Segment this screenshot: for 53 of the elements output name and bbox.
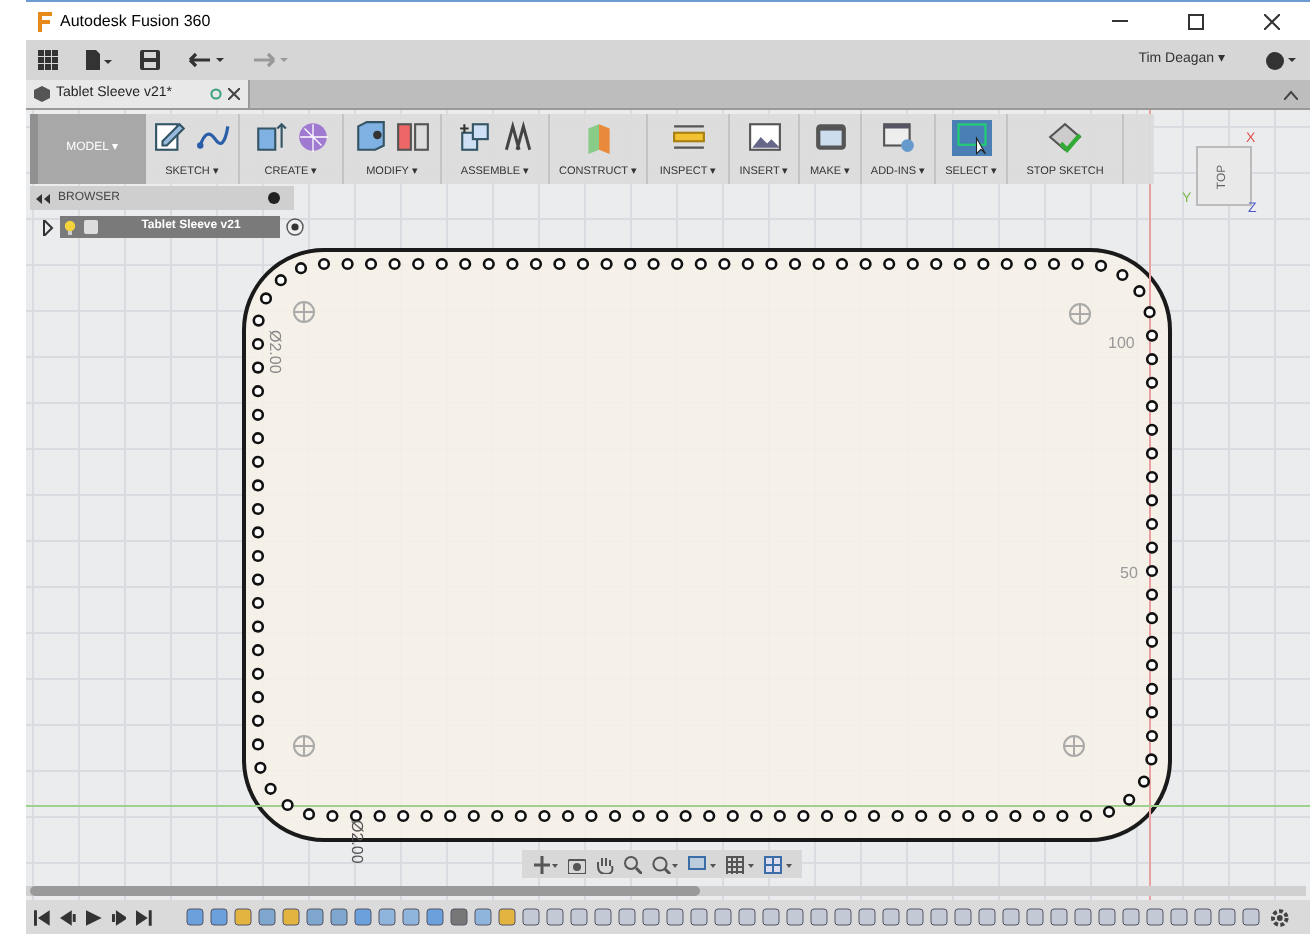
press-pull-icon[interactable] <box>354 120 388 154</box>
window-title: Autodesk Fusion 360 <box>60 9 211 33</box>
step-forward-icon[interactable] <box>111 909 127 925</box>
collapse-caret-icon[interactable] <box>1284 90 1298 100</box>
zoom-window-icon[interactable] <box>651 855 677 873</box>
orbit-icon[interactable] <box>533 855 557 873</box>
measure-icon[interactable] <box>671 120 705 154</box>
apps-grid-icon[interactable] <box>38 50 58 70</box>
camera-icon[interactable] <box>567 855 585 873</box>
step-back-icon[interactable] <box>59 909 76 925</box>
go-to-end-icon[interactable] <box>136 909 153 925</box>
maximize-icon <box>1188 13 1204 29</box>
stop-sketch-icon[interactable] <box>1048 120 1082 154</box>
origin-marker-icon <box>293 301 315 323</box>
lightbulb-icon[interactable] <box>64 219 76 235</box>
dimension-label: 50 <box>1120 562 1138 586</box>
go-to-start-icon[interactable] <box>34 909 50 925</box>
dimension-label: Ø2.00 <box>264 330 286 374</box>
settings-icon[interactable] <box>1270 907 1291 927</box>
zoom-icon[interactable] <box>623 855 641 873</box>
form-icon[interactable] <box>295 120 329 154</box>
select-icon[interactable] <box>951 120 991 156</box>
pan-hand-icon[interactable] <box>595 855 613 873</box>
image-icon[interactable] <box>747 120 781 154</box>
dimension-label: 100 <box>1108 332 1135 356</box>
radio-icon[interactable] <box>286 218 304 236</box>
create-sketch-icon[interactable] <box>154 120 188 154</box>
dimension-label: Ø2.00 <box>346 820 368 864</box>
origin-marker-icon <box>1063 735 1085 757</box>
undo-icon[interactable] <box>188 52 224 68</box>
scrollbar-thumb[interactable] <box>30 886 700 896</box>
app-logo-icon <box>36 11 54 31</box>
origin-marker-icon <box>293 735 315 757</box>
status-circle-icon <box>210 88 222 100</box>
split-icon[interactable] <box>396 120 430 154</box>
extrude-icon[interactable] <box>253 120 287 154</box>
save-icon[interactable] <box>140 50 160 70</box>
play-icon[interactable] <box>85 909 102 925</box>
spline-icon[interactable] <box>196 120 230 154</box>
help-icon[interactable] <box>1266 51 1298 69</box>
origin-marker-icon <box>1069 303 1091 325</box>
component-icon <box>34 86 50 102</box>
close-icon <box>1264 13 1280 29</box>
file-menu-icon[interactable] <box>86 50 112 70</box>
grid-settings-icon[interactable] <box>725 855 753 873</box>
close-tab-icon[interactable] <box>228 88 240 100</box>
minimize-icon <box>1112 20 1128 22</box>
expand-arrow-icon[interactable] <box>42 219 54 235</box>
viewports-icon[interactable] <box>763 855 791 873</box>
collapse-icon[interactable] <box>36 193 50 203</box>
new-component-icon[interactable] <box>457 120 491 154</box>
scripts-icon[interactable] <box>881 120 915 154</box>
display-settings-icon[interactable] <box>687 855 715 873</box>
